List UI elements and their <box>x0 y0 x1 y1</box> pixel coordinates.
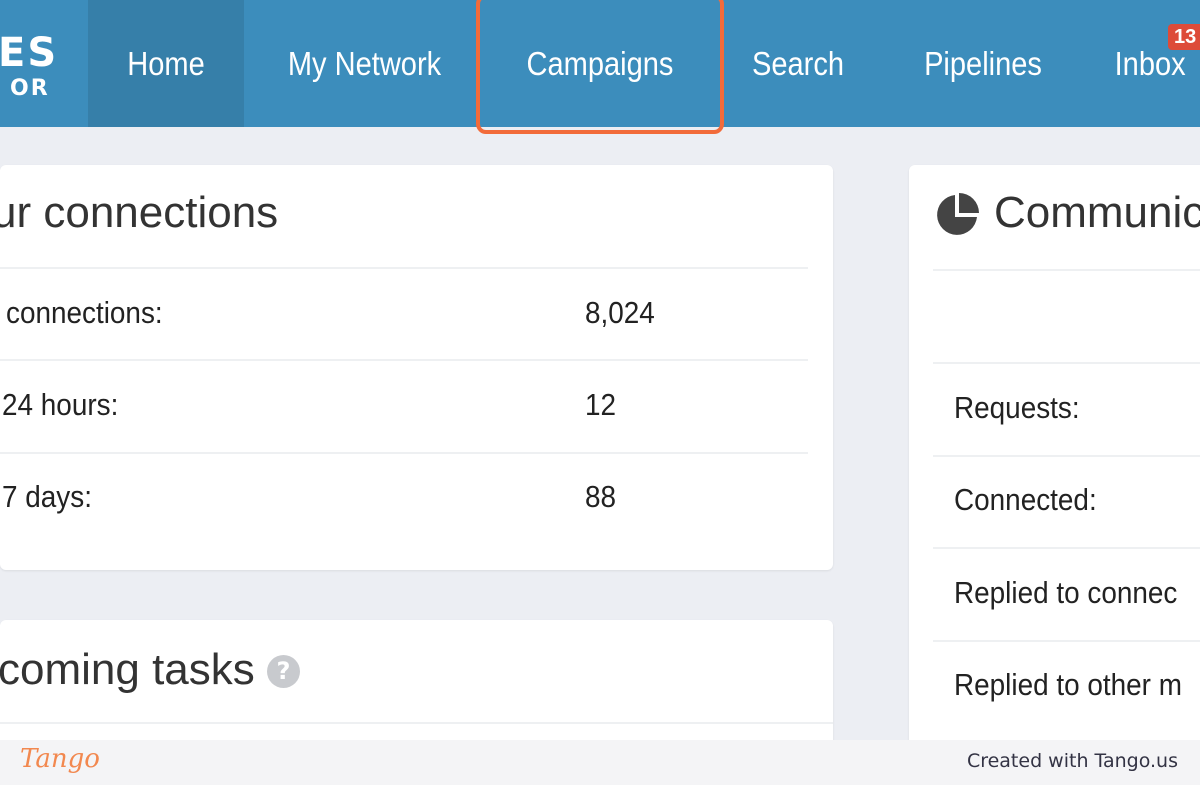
nav-inbox-label: Inbox <box>1114 44 1186 82</box>
nav-search-label: Search <box>751 44 845 82</box>
replied-to-connection-label: Replied to connec <box>954 575 1178 610</box>
top-navbar: ES OR Home My Network Campaigns Search P… <box>0 0 1200 127</box>
divider <box>933 455 1200 457</box>
total-connections-label: connections: <box>6 295 163 330</box>
divider <box>933 640 1200 642</box>
communications-panel: Communic Requests: Connected: Replied to… <box>909 165 1200 785</box>
last-24-hours-label: 24 hours: <box>2 387 119 422</box>
replied-to-other-label: Replied to other m <box>954 667 1182 702</box>
divider <box>0 267 808 269</box>
nav-pipelines-label: Pipelines <box>924 44 1042 82</box>
nav-campaigns-label: Campaigns <box>526 44 674 82</box>
nav-campaigns[interactable]: Campaigns <box>494 0 705 127</box>
inbox-count-badge: 13 <box>1168 24 1200 50</box>
nav-home-label: Home <box>127 44 205 82</box>
divider <box>933 269 1200 271</box>
nav-inbox[interactable]: Inbox <box>1115 0 1200 127</box>
total-connections-value: 8,024 <box>585 295 655 330</box>
connected-label: Connected: <box>954 482 1097 517</box>
divider <box>933 547 1200 549</box>
nav-home[interactable]: Home <box>88 0 244 127</box>
logo-text-bottom: OR <box>10 76 50 101</box>
communications-title: Communic <box>994 188 1200 237</box>
nav-pipelines[interactable]: Pipelines <box>910 0 1056 127</box>
last-7-days-value: 88 <box>585 479 617 514</box>
divider <box>0 722 833 724</box>
tango-credit-text[interactable]: Created with Tango.us <box>967 750 1178 772</box>
divider <box>933 362 1200 364</box>
tango-footer: Tango Created with Tango.us <box>0 740 1200 785</box>
nav-my-network-label: My Network <box>287 44 442 82</box>
requests-label: Requests: <box>954 390 1080 425</box>
nav-my-network[interactable]: My Network <box>274 0 454 127</box>
last-24-hours-value: 12 <box>585 387 617 422</box>
connections-panel: ur connections connections: 8,024 24 hou… <box>0 165 833 570</box>
divider <box>0 359 808 361</box>
divider <box>0 452 808 454</box>
nav-search[interactable]: Search <box>744 0 851 127</box>
connections-title: ur connections <box>0 188 279 237</box>
logo-text-top: ES <box>0 30 59 76</box>
brand-logo[interactable]: ES OR <box>0 0 88 127</box>
help-icon[interactable]: ? <box>267 655 300 688</box>
upcoming-tasks-title: coming tasks <box>0 645 255 694</box>
pie-chart-icon <box>937 193 979 235</box>
tango-logo[interactable]: Tango <box>20 744 100 774</box>
last-7-days-label: 7 days: <box>2 479 92 514</box>
